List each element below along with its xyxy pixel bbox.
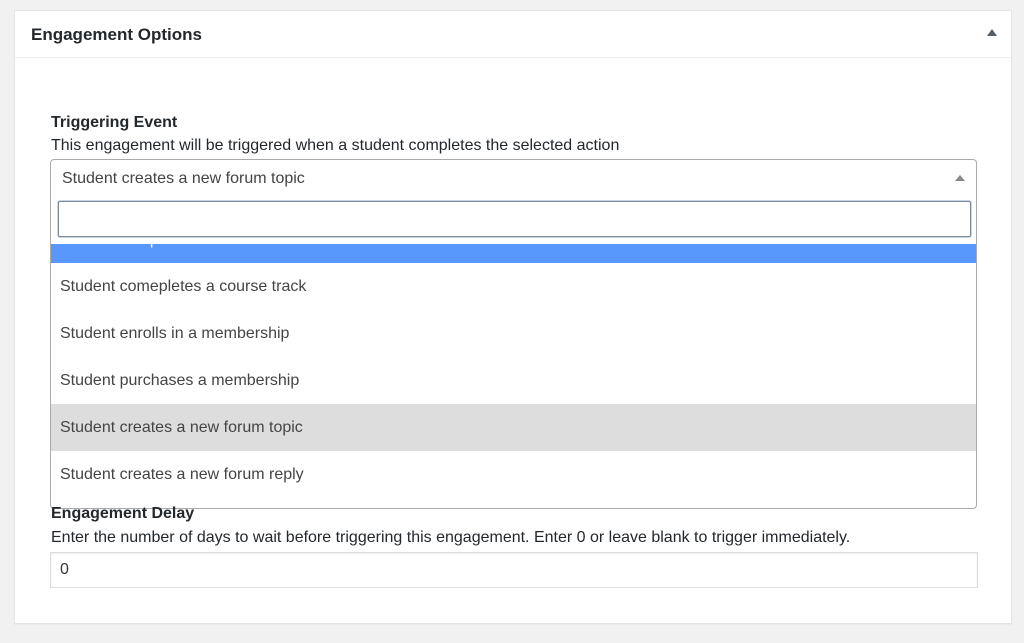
option-creates-forum-reply[interactable]: Student creates a new forum reply: [51, 451, 976, 498]
engagement-delay-description: Enter the number of days to wait before …: [51, 529, 851, 546]
collapse-toggle-icon[interactable]: [987, 29, 997, 36]
select-dropdown: Student completes a section Student come…: [50, 194, 977, 509]
option-completes-course-track[interactable]: Student comepletes a course track: [51, 263, 976, 310]
option-purchases-membership[interactable]: Student purchases a membership: [51, 357, 976, 404]
triggering-event-description: This engagement will be triggered when a…: [51, 137, 620, 154]
metabox-header[interactable]: Engagement Options: [15, 11, 1011, 58]
option-enrolls-membership[interactable]: Student enrolls in a membership: [51, 310, 976, 357]
select-arrow-up-icon: [955, 175, 965, 181]
select-current-value: Student creates a new forum topic: [62, 170, 305, 187]
triggering-event-label: Triggering Event: [51, 114, 178, 131]
options-list[interactable]: Student completes a section Student come…: [51, 244, 976, 508]
dropdown-search-input[interactable]: [58, 201, 971, 237]
engagement-delay-label: Engagement Delay: [51, 505, 195, 522]
option-creates-forum-topic[interactable]: Student creates a new forum topic: [51, 404, 976, 451]
option-completes-section[interactable]: Student completes a section: [51, 244, 976, 263]
metabox-title: Engagement Options: [31, 25, 202, 44]
engagement-delay-input[interactable]: [50, 552, 978, 588]
triggering-event-select[interactable]: Student creates a new forum topic: [50, 159, 977, 195]
